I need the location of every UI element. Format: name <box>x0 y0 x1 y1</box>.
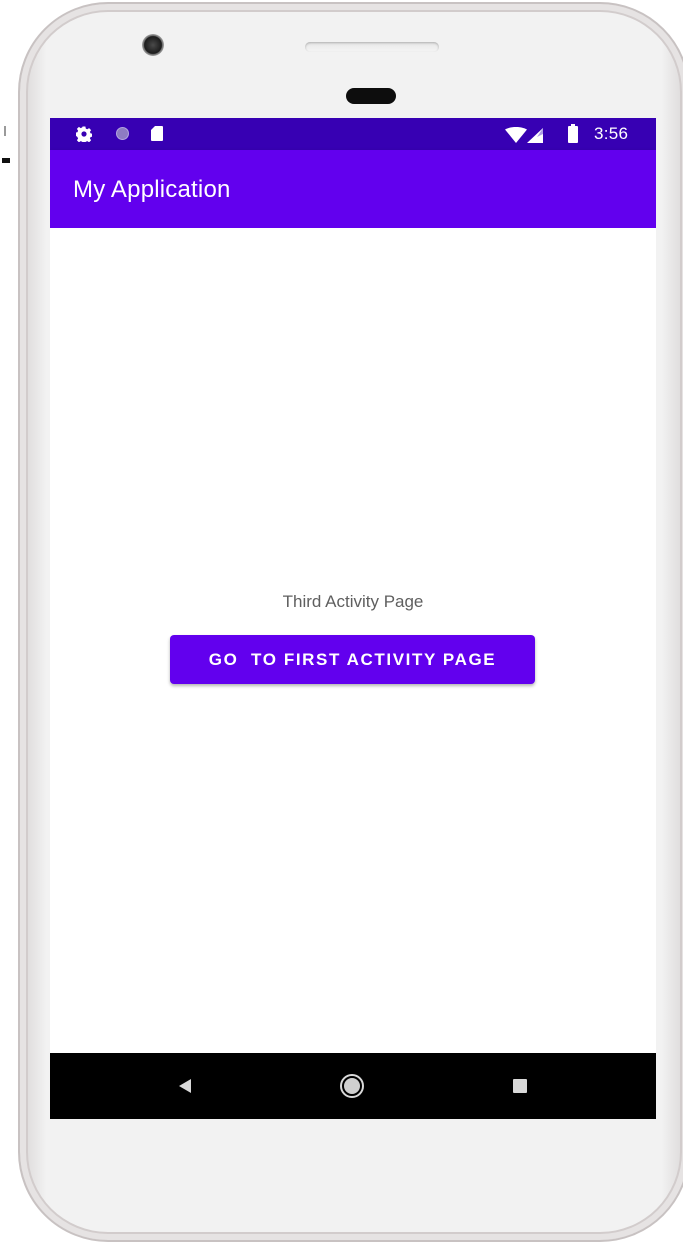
activity-content: Third Activity Page GO TO FIRST ACTIVITY… <box>50 228 656 1053</box>
back-icon <box>179 1079 191 1093</box>
app-bar: My Application <box>50 150 656 228</box>
device-screen: 3:56 My Application Third Activity Page … <box>50 118 656 1119</box>
window-edge-artifact <box>0 110 14 170</box>
app-title: My Application <box>73 176 231 203</box>
battery-icon <box>568 124 578 143</box>
go-to-first-activity-button[interactable]: GO TO FIRST ACTIVITY PAGE <box>170 635 535 684</box>
edge-tick <box>4 126 6 136</box>
circle-dot-icon <box>116 127 129 140</box>
back-button[interactable] <box>145 1053 225 1119</box>
front-camera <box>142 34 164 56</box>
cell-signal-icon <box>527 128 543 143</box>
activity-label: Third Activity Page <box>282 592 424 611</box>
status-bar: 3:56 <box>50 118 656 150</box>
navigation-bar <box>50 1053 656 1119</box>
gear-icon <box>76 126 92 142</box>
home-icon <box>340 1074 364 1098</box>
edge-dash <box>2 158 10 163</box>
sd-card-icon <box>151 126 163 141</box>
home-button[interactable] <box>312 1053 392 1119</box>
speaker-grill <box>305 42 439 52</box>
wifi-icon <box>505 127 527 143</box>
status-time: 3:56 <box>594 124 629 143</box>
recents-button[interactable] <box>480 1053 560 1119</box>
recents-icon <box>513 1079 527 1093</box>
earpiece <box>346 88 396 104</box>
phone-frame: 3:56 My Application Third Activity Page … <box>18 2 683 1242</box>
emulator-window: 3:56 My Application Third Activity Page … <box>0 0 683 1250</box>
